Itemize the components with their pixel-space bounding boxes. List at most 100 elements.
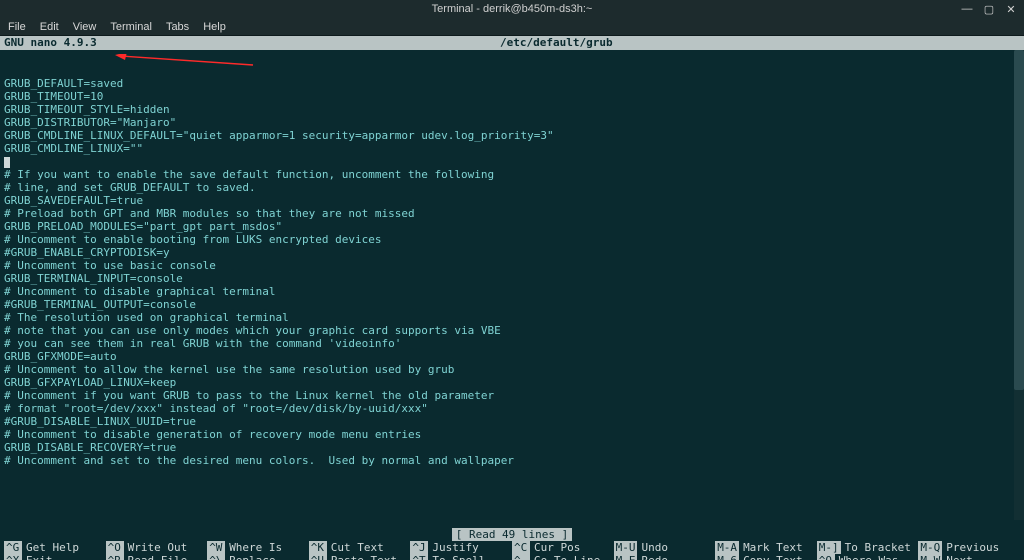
shortcut-key: ^T [410, 554, 428, 560]
maximize-icon[interactable]: ▢ [982, 3, 996, 16]
file-line: # Uncomment to enable booting from LUKS … [4, 233, 1020, 246]
window-titlebar: Terminal - derrik@b450m-ds3h:~ — ▢ ✕ [0, 0, 1024, 18]
file-line: GRUB_TIMEOUT_STYLE=hidden [4, 103, 1020, 116]
shortcut-key: M-Q [918, 541, 942, 554]
file-line: #GRUB_ENABLE_CRYPTODISK=y [4, 246, 1020, 259]
menu-view[interactable]: View [73, 21, 97, 33]
text-cursor [4, 157, 10, 168]
file-line: # format "root=/dev/xxx" instead of "roo… [4, 402, 1020, 415]
shortcut-key: ^W [207, 541, 225, 554]
shortcut-item: M-WNext [918, 554, 1020, 560]
shortcut-label: To Bracket [845, 541, 911, 554]
shortcut-item: M-ERedo [614, 554, 716, 560]
nano-shortcut-bar: ^G Get Help ^O Write Out ^W Where Is ^K Cut Tex… [0, 541, 1024, 560]
shortcut-item: M-] To Bracket [817, 541, 919, 554]
file-line: # Preload both GPT and MBR modules so th… [4, 207, 1020, 220]
menu-file[interactable]: File [8, 21, 26, 33]
shortcut-key: ^X [4, 554, 22, 560]
shortcut-item: ^W Where Is [207, 541, 309, 554]
shortcut-label: Go To Line [534, 554, 600, 560]
shortcut-key: M-E [614, 554, 638, 560]
shortcut-item: ^JJustify [410, 541, 512, 554]
window-controls: — ▢ ✕ [960, 3, 1018, 16]
shortcut-label: Previous [946, 541, 999, 554]
shortcut-label: Copy Text [743, 554, 803, 560]
file-line: # If you want to enable the save default… [4, 168, 1020, 181]
menubar: File Edit View Terminal Tabs Help [0, 18, 1024, 36]
file-line: # Uncomment to use basic console [4, 259, 1020, 272]
shortcut-item: ^O Write Out [106, 541, 208, 554]
shortcut-key: ^G [4, 541, 22, 554]
shortcut-label: Mark Text [743, 541, 803, 554]
annotation-arrow-icon [115, 54, 255, 68]
shortcut-key: ^\ [207, 554, 225, 560]
nano-header: GNU nano 4.9.3 /etc/default/grub [0, 36, 1024, 50]
file-line [4, 155, 1020, 168]
shortcut-key: M-A [715, 541, 739, 554]
shortcut-item: ^TTo Spell [410, 554, 512, 560]
menu-tabs[interactable]: Tabs [166, 21, 189, 33]
nano-filename: /etc/default/grub [500, 36, 1024, 50]
shortcut-key: M-6 [715, 554, 739, 560]
file-line: # note that you can use only modes which… [4, 324, 1020, 337]
file-line: GRUB_TERMINAL_INPUT=console [4, 272, 1020, 285]
nano-status-line: [ Read 49 lines ] [0, 528, 1024, 541]
menu-help[interactable]: Help [203, 21, 226, 33]
shortcut-item: M-A Mark Text [715, 541, 817, 554]
shortcut-item: ^Q Where Was [817, 554, 919, 560]
shortcut-item: M-UUndo [614, 541, 716, 554]
shortcut-item: ^C Cur Pos [512, 541, 614, 554]
shortcut-item: ^\ Replace [207, 554, 309, 560]
shortcut-key: ^O [106, 541, 124, 554]
shortcut-label: Write Out [128, 541, 188, 554]
shortcut-key: M-] [817, 541, 841, 554]
file-line: # Uncomment to allow the kernel use the … [4, 363, 1020, 376]
file-line: # Uncomment to disable graphical termina… [4, 285, 1020, 298]
file-line: GRUB_PRELOAD_MODULES="part_gpt part_msdo… [4, 220, 1020, 233]
file-line: # you can see them in real GRUB with the… [4, 337, 1020, 350]
file-line: # The resolution used on graphical termi… [4, 311, 1020, 324]
shortcut-key: M-U [614, 541, 638, 554]
shortcut-item: ^_Go To Line [512, 554, 614, 560]
shortcut-label: Where Is [229, 541, 282, 554]
shortcut-item: ^R Read File [106, 554, 208, 560]
shortcut-key: ^C [512, 541, 530, 554]
nano-status-text: [ Read 49 lines ] [452, 528, 573, 541]
minimize-icon[interactable]: — [960, 3, 974, 16]
editor-area[interactable]: GRUB_DEFAULT=savedGRUB_TIMEOUT=10GRUB_TI… [0, 50, 1024, 528]
shortcut-key: ^K [309, 541, 327, 554]
file-line: GRUB_TIMEOUT=10 [4, 90, 1020, 103]
shortcut-label: Redo [641, 554, 668, 560]
file-line: GRUB_SAVEDEFAULT=true [4, 194, 1020, 207]
file-line: #GRUB_DISABLE_LINUX_UUID=true [4, 415, 1020, 428]
file-line: #GRUB_TERMINAL_OUTPUT=console [4, 298, 1020, 311]
file-line: GRUB_CMDLINE_LINUX="" [4, 142, 1020, 155]
shortcut-item: ^UPaste Text [309, 554, 411, 560]
file-line: GRUB_CMDLINE_LINUX_DEFAULT="quiet apparm… [4, 129, 1020, 142]
window-title: Terminal - derrik@b450m-ds3h:~ [432, 3, 593, 15]
menu-terminal[interactable]: Terminal [110, 21, 152, 33]
shortcut-label: Cut Text [331, 541, 384, 554]
shortcut-label: Where Was [839, 554, 899, 560]
shortcut-label: Replace [229, 554, 275, 560]
close-icon[interactable]: ✕ [1004, 3, 1018, 16]
nano-version: GNU nano 4.9.3 [0, 36, 500, 50]
shortcut-item: ^G Get Help [4, 541, 106, 554]
file-line: GRUB_DISABLE_RECOVERY=true [4, 441, 1020, 454]
file-line: GRUB_GFXPAYLOAD_LINUX=keep [4, 376, 1020, 389]
shortcut-label: Cur Pos [534, 541, 580, 554]
scrollbar-thumb[interactable] [1014, 50, 1024, 390]
shortcut-label: Justify [432, 541, 478, 554]
file-line: GRUB_DEFAULT=saved [4, 77, 1020, 90]
shortcut-label: Next [946, 554, 973, 560]
shortcut-item: M-6 Copy Text [715, 554, 817, 560]
file-line: # Uncomment and set to the desired menu … [4, 454, 1020, 467]
shortcut-label: Paste Text [331, 554, 397, 560]
shortcut-key: ^R [106, 554, 124, 560]
shortcut-item: ^K Cut Text [309, 541, 411, 554]
shortcut-label: Read File [128, 554, 188, 560]
shortcut-item: M-Q Previous [918, 541, 1020, 554]
menu-edit[interactable]: Edit [40, 21, 59, 33]
shortcut-label: Get Help [26, 541, 79, 554]
shortcut-key: ^Q [817, 554, 835, 560]
